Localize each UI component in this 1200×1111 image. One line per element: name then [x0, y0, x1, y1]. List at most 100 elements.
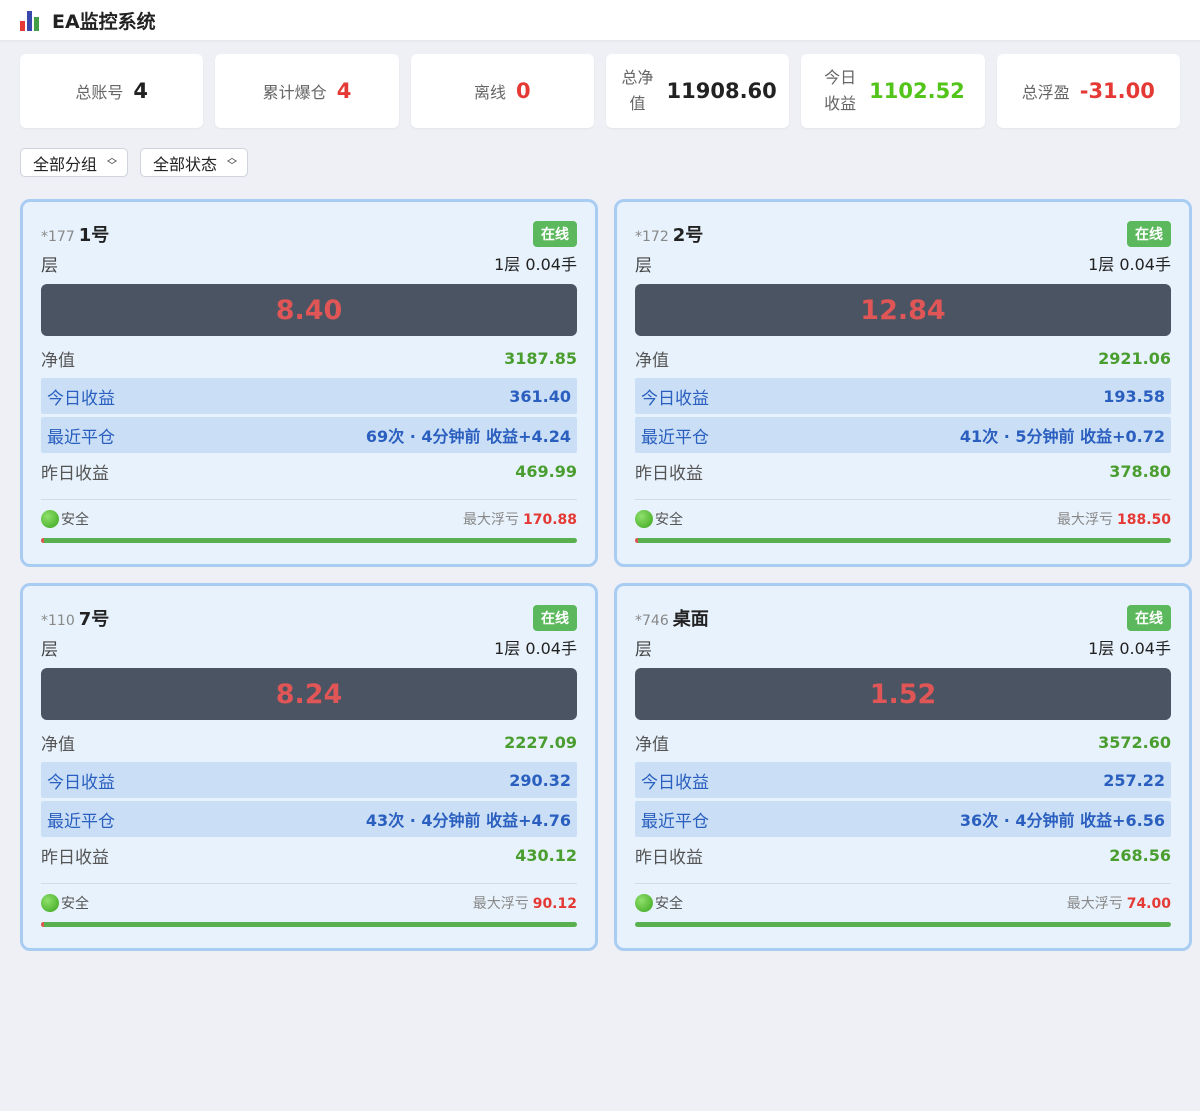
- account-name: 7号: [78, 609, 110, 630]
- stat-value: 4: [133, 79, 148, 103]
- stat-card: 累计爆仓 4: [215, 54, 399, 128]
- recent-close-value: 41次 · 5分钟前 收益+0.72: [959, 427, 1165, 446]
- max-drawdown: 最大浮亏 90.12: [473, 893, 577, 913]
- green-dot-icon: [41, 894, 59, 912]
- layer-value: 1层 0.04手: [1088, 255, 1171, 274]
- safety-status: 安全: [41, 893, 89, 913]
- account-name: 桌面: [672, 609, 709, 630]
- stat-card: 总浮盈 -31.00: [996, 54, 1180, 128]
- recent-close-label: 最近平仓: [641, 427, 709, 448]
- net-label: 净值: [635, 350, 669, 371]
- safety-status: 安全: [635, 893, 683, 913]
- net-value: 3572.60: [1098, 732, 1171, 752]
- stat-card: 总账号 4: [20, 54, 204, 128]
- today-label: 今日收益: [47, 772, 115, 793]
- max-drawdown: 最大浮亏 74.00: [1067, 893, 1171, 913]
- max-drawdown-value: 74.00: [1126, 896, 1171, 912]
- net-value: 3187.85: [504, 348, 577, 368]
- status-badge: 在线: [533, 605, 577, 631]
- yesterday-row: 昨日收益 469.99: [41, 453, 577, 489]
- recent-close-value: 36次 · 4分钟前 收益+6.56: [959, 811, 1165, 830]
- card-footer: 安全 最大浮亏 90.12: [41, 884, 577, 922]
- safety-status: 安全: [635, 509, 683, 529]
- today-label: 今日收益: [641, 772, 709, 793]
- stat-card: 总净值 11908.60: [605, 54, 790, 128]
- max-drawdown-label: 最大浮亏: [1056, 512, 1113, 528]
- max-drawdown-label: 最大浮亏: [472, 896, 529, 912]
- layer-label: 层: [41, 255, 58, 276]
- today-row: 今日收益 257.22: [635, 762, 1171, 798]
- max-drawdown-value: 90.12: [532, 896, 577, 912]
- layer-row: 层 1层 0.04手: [635, 632, 1171, 662]
- group-filter-select[interactable]: 全部分组 ︿ ﹀: [20, 148, 129, 177]
- yesterday-label: 昨日收益: [635, 463, 703, 484]
- stat-label: 今日收益: [824, 68, 857, 113]
- stat-card: 离线 0: [410, 54, 594, 128]
- risk-progress-fill: [635, 538, 638, 543]
- today-value: 361.40: [509, 386, 571, 406]
- today-row: 今日收益 193.58: [635, 378, 1171, 414]
- recent-close-row: 最近平仓 43次 · 4分钟前 收益+4.76: [41, 801, 577, 837]
- account-name: 2号: [672, 225, 704, 246]
- stat-label: 总账号: [75, 83, 124, 102]
- yesterday-value: 268.56: [1109, 845, 1171, 865]
- yesterday-row: 昨日收益 268.56: [635, 837, 1171, 873]
- risk-progress-fill: [41, 922, 44, 927]
- today-label: 今日收益: [47, 388, 115, 409]
- yesterday-row: 昨日收益 378.80: [635, 453, 1171, 489]
- today-value: 290.32: [509, 770, 571, 790]
- account-card[interactable]: *110 7号 在线 层 1层 0.04手 8.24 净值 2227.09 今日收…: [20, 583, 598, 951]
- today-row: 今日收益 290.32: [41, 762, 577, 798]
- top-bar: EA监控系统: [0, 0, 1200, 40]
- net-value: 2227.09: [504, 732, 577, 752]
- max-drawdown-label: 最大浮亏: [1066, 896, 1123, 912]
- stat-label: 累计爆仓: [262, 83, 327, 102]
- today-value: 257.22: [1103, 770, 1165, 790]
- card-footer: 安全 最大浮亏 188.50: [635, 500, 1171, 538]
- layer-row: 层 1层 0.04手: [635, 248, 1171, 278]
- yesterday-row: 昨日收益 430.12: [41, 837, 577, 873]
- layer-label: 层: [41, 639, 58, 660]
- net-value: 2921.06: [1098, 348, 1171, 368]
- net-label: 净值: [41, 734, 75, 755]
- floating-profit-value: 8.40: [41, 284, 577, 336]
- safety-label: 安全: [655, 896, 683, 912]
- account-grid: *177 1号 在线 层 1层 0.04手 8.40 净值 3187.85 今日收…: [0, 177, 1200, 951]
- risk-progress-bar: [635, 922, 1171, 927]
- max-drawdown-label: 最大浮亏: [462, 512, 519, 528]
- account-card[interactable]: *172 2号 在线 层 1层 0.04手 12.84 净值 2921.06 今日…: [614, 199, 1192, 567]
- risk-progress-bar: [41, 538, 577, 543]
- yesterday-label: 昨日收益: [635, 847, 703, 868]
- account-id: *172: [635, 229, 669, 245]
- chevron-updown-icon: ︿ ﹀: [227, 152, 238, 172]
- card-header: *177 1号 在线: [41, 220, 577, 248]
- card-header: *172 2号 在线: [635, 220, 1171, 248]
- net-label: 净值: [41, 350, 75, 371]
- green-dot-icon: [635, 510, 653, 528]
- stat-value: 4: [336, 79, 352, 103]
- risk-progress-fill: [41, 538, 44, 543]
- recent-close-label: 最近平仓: [47, 811, 115, 832]
- account-card[interactable]: *746 桌面 在线 层 1层 0.04手 1.52 净值 3572.60 今日收…: [614, 583, 1192, 951]
- green-dot-icon: [41, 510, 59, 528]
- status-filter-select[interactable]: 全部状态 ︿ ﹀: [140, 148, 249, 177]
- layer-label: 层: [635, 255, 652, 276]
- account-name: 1号: [78, 225, 110, 246]
- card-footer: 安全 最大浮亏 170.88: [41, 500, 577, 538]
- stat-label: 总净值: [621, 68, 654, 113]
- layer-value: 1层 0.04手: [494, 639, 577, 658]
- max-drawdown-value: 170.88: [522, 512, 577, 528]
- bar-chart-icon: [20, 9, 44, 31]
- safety-label: 安全: [61, 512, 89, 528]
- green-dot-icon: [635, 894, 653, 912]
- account-card[interactable]: *177 1号 在线 层 1层 0.04手 8.40 净值 3187.85 今日收…: [20, 199, 598, 567]
- yesterday-value: 378.80: [1109, 461, 1171, 481]
- today-label: 今日收益: [641, 388, 709, 409]
- safety-label: 安全: [655, 512, 683, 528]
- floating-profit-value: 12.84: [635, 284, 1171, 336]
- layer-row: 层 1层 0.04手: [41, 632, 577, 662]
- account-id: *746: [635, 613, 669, 629]
- stat-label: 总浮盈: [1021, 83, 1070, 102]
- recent-close-value: 69次 · 4分钟前 收益+4.24: [365, 427, 571, 446]
- recent-close-row: 最近平仓 36次 · 4分钟前 收益+6.56: [635, 801, 1171, 837]
